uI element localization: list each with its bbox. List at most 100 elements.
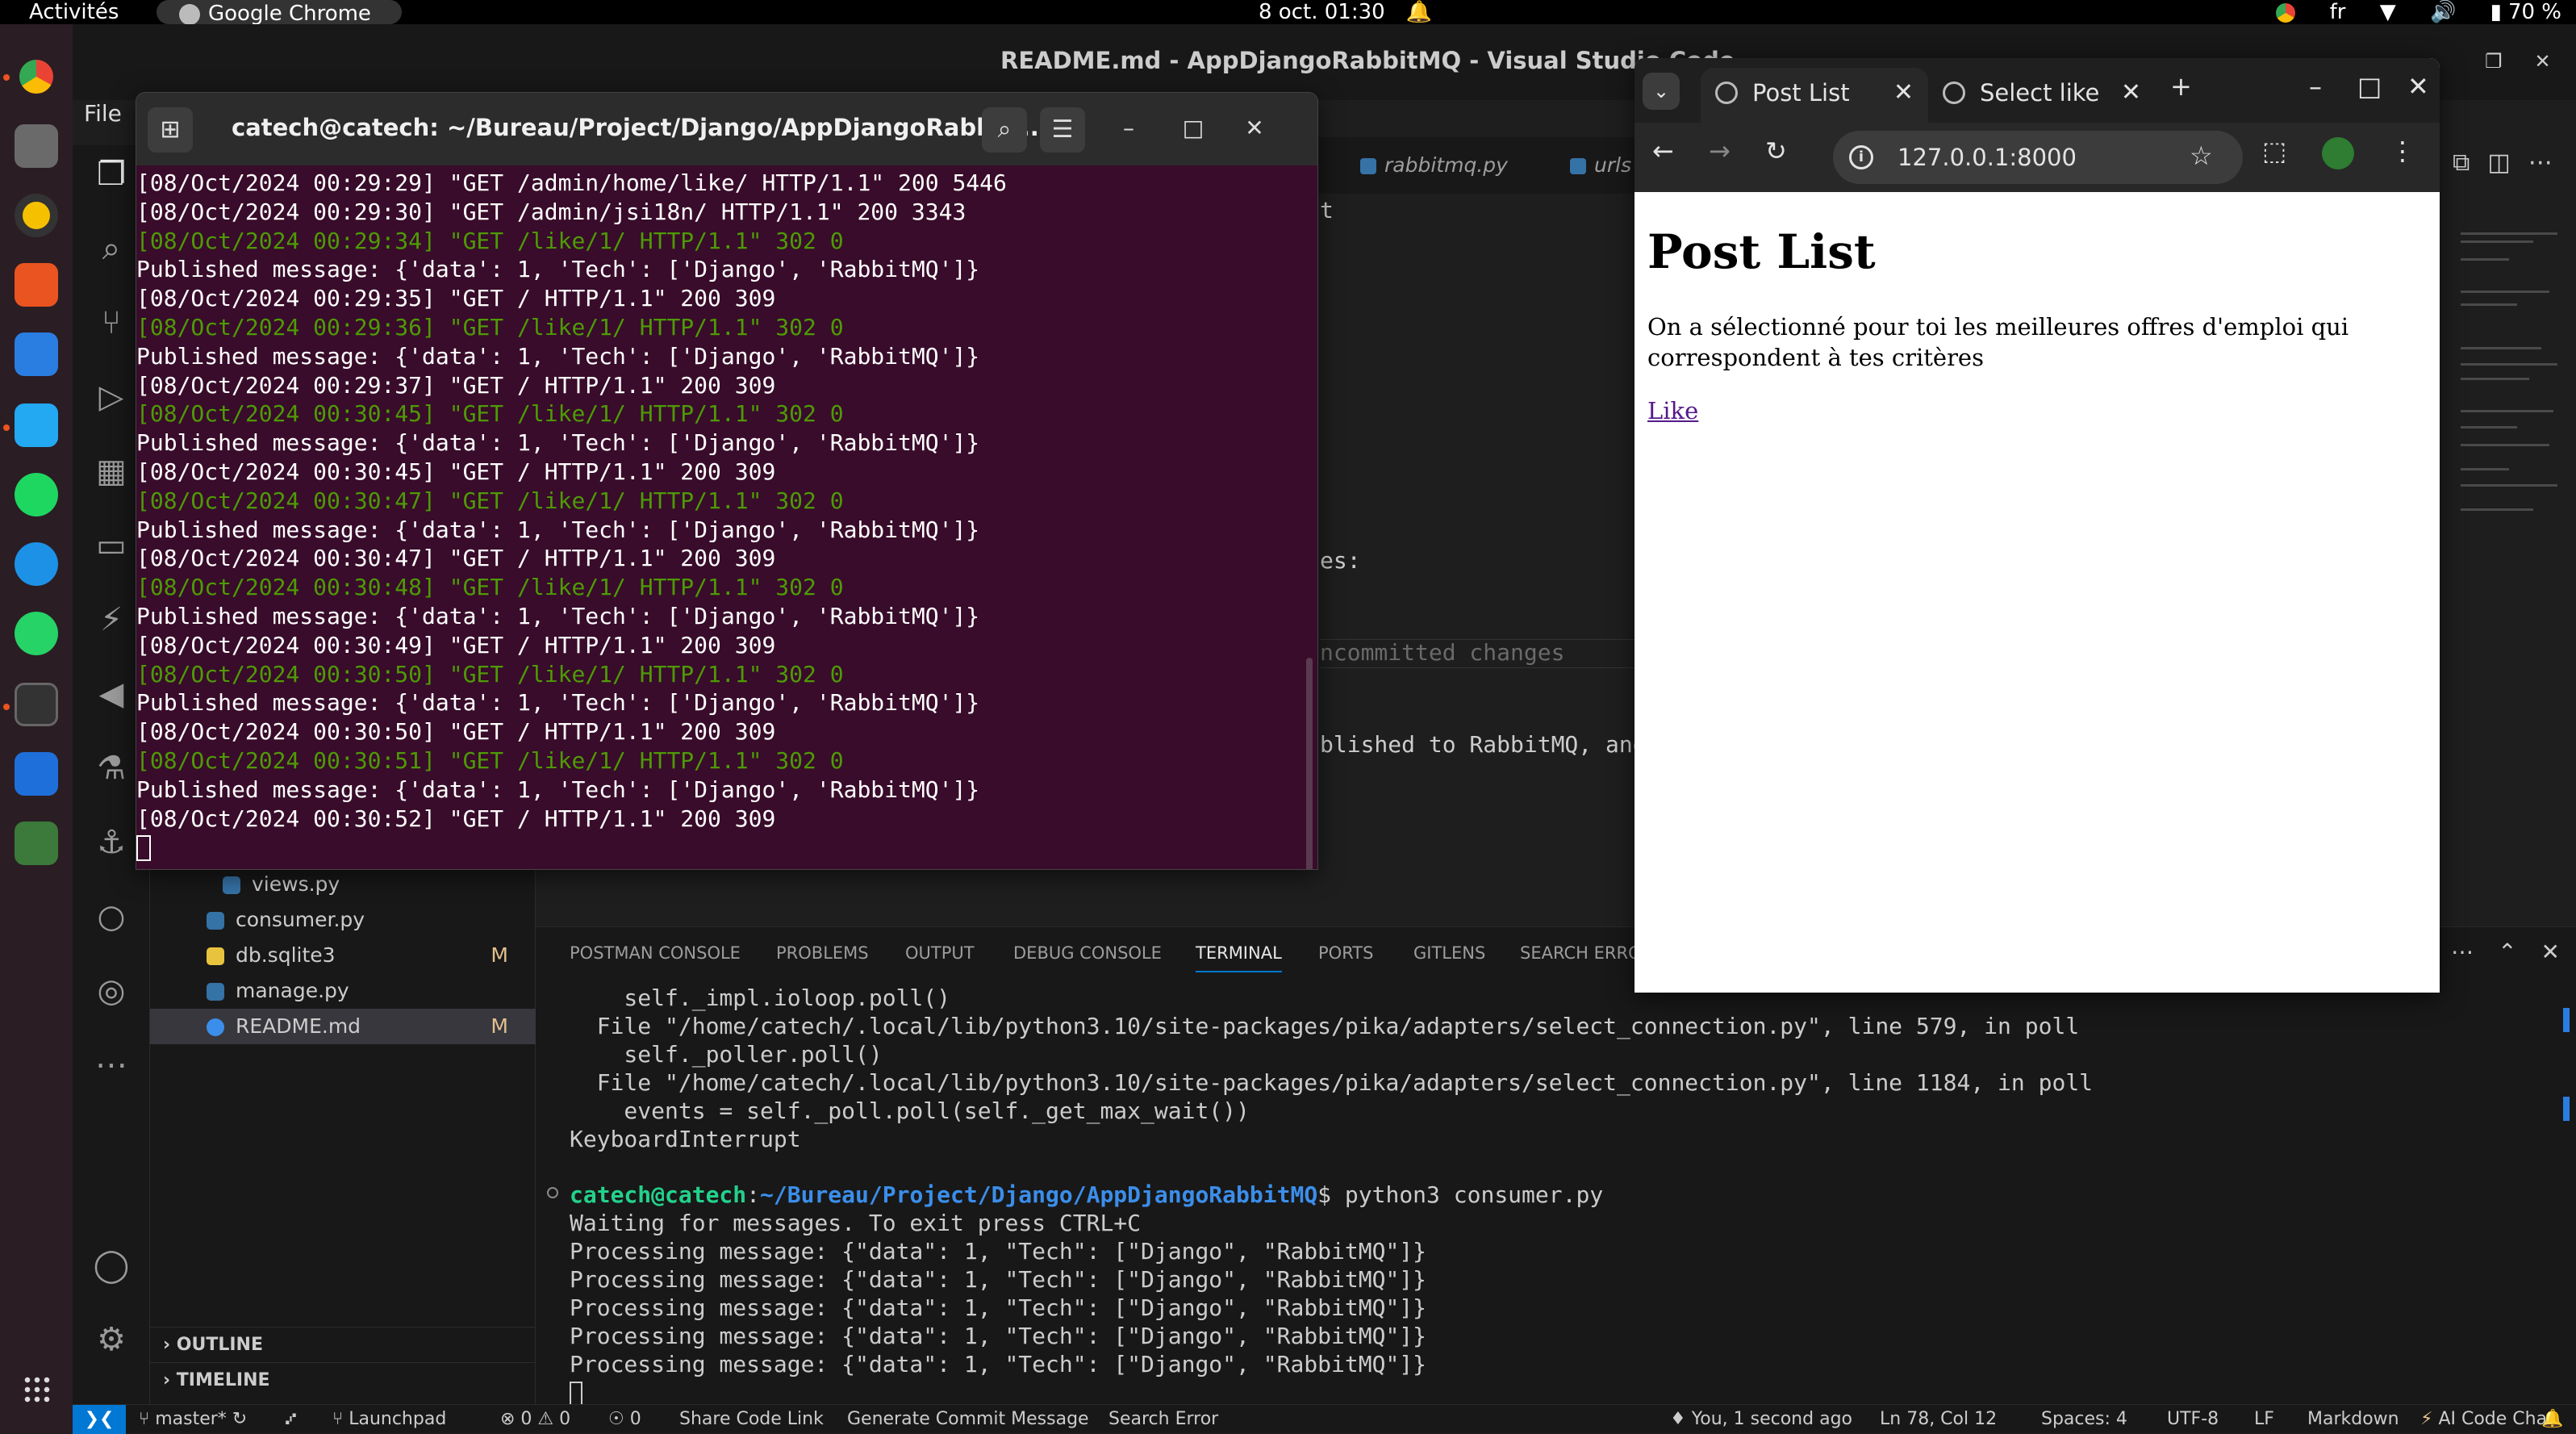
trash-dock-icon[interactable] (15, 822, 58, 865)
address-bar[interactable]: i 127.0.0.1:8000 ☆ (1833, 131, 2243, 184)
file-item-manage[interactable]: manage.py (150, 973, 536, 1009)
manage-gear-icon[interactable]: ⚙ (92, 1320, 131, 1359)
timeline-section[interactable]: › TIMELINE (150, 1362, 536, 1398)
close-icon[interactable]: ✕ (2535, 50, 2551, 73)
new-tab-plus-icon[interactable]: + (2170, 71, 2192, 102)
gitlens-status-icon[interactable]: ⑇ (286, 1405, 296, 1434)
explorer-icon[interactable]: ❐ (92, 155, 131, 194)
forward-arrow-icon[interactable]: → (1709, 136, 1731, 166)
files-dock-icon[interactable] (15, 124, 58, 168)
menu-button[interactable]: ☰ (1040, 107, 1085, 153)
compare-icon[interactable]: ⧉ (2453, 148, 2470, 177)
run-debug-icon[interactable]: ▷ (92, 378, 131, 416)
restore-icon[interactable]: ❐ (2485, 50, 2503, 73)
tab-terminal[interactable]: TERMINAL (1196, 943, 1282, 972)
docker-icon[interactable]: ⚓ (92, 823, 131, 862)
extensions-icon[interactable]: ▦ (92, 452, 131, 491)
terminal-window[interactable]: ⊞ catech@catech: ~/Bureau/Project/Django… (136, 92, 1318, 870)
gitlens-icon[interactable]: ◀ (92, 675, 131, 713)
tab-rabbitmq[interactable]: rabbitmq.py (1360, 137, 1508, 194)
tab-debug-console[interactable]: DEBUG CONSOLE (1013, 943, 1162, 963)
share-code-link[interactable]: Share Code Link (679, 1405, 824, 1434)
minimize-button[interactable]: – (2309, 71, 2322, 102)
maximize-button[interactable]: □ (1177, 112, 1209, 144)
tab-urls[interactable]: urls (1570, 137, 1631, 194)
integrated-terminal[interactable]: self._impl.ioloop.poll() File "/home/cat… (547, 984, 2538, 1407)
gitlens-inspect-icon[interactable]: ◎ (92, 972, 131, 1010)
site-info-icon[interactable]: i (1849, 145, 1873, 169)
search-button[interactable]: ⌕ (982, 107, 1027, 153)
source-control-icon[interactable]: ⑂ (92, 303, 131, 342)
clock[interactable]: 8 oct. 01:30 🔔 (1259, 0, 1432, 24)
search-icon[interactable]: ⌕ (92, 229, 131, 268)
launchpad-status[interactable]: ⑂ Launchpad (332, 1405, 446, 1434)
eol-status[interactable]: LF (2254, 1405, 2274, 1434)
system-tray[interactable]: fr ▼ 🔊 ▮ 70 % (2248, 0, 2561, 24)
tab-problems[interactable]: PROBLEMS (776, 943, 869, 963)
docker-dock-icon[interactable] (15, 542, 58, 586)
split-editor-icon[interactable]: ◫ (2487, 148, 2510, 177)
cursor-position[interactable]: Ln 78, Col 12 (1880, 1405, 1997, 1434)
ai-code-chat[interactable]: ⚡ AI Code Chat (2420, 1405, 2554, 1434)
tab-post-list[interactable]: Post List ✕ (1701, 68, 1928, 123)
tab-select-like[interactable]: Select like ✕ (1928, 68, 2156, 123)
encoding-status[interactable]: UTF-8 (2167, 1405, 2219, 1434)
activities-button[interactable]: Activités (29, 0, 119, 24)
vscode-dock-icon[interactable] (15, 403, 58, 447)
rhythmbox-dock-icon[interactable] (15, 194, 58, 237)
terminal-dock-icon[interactable] (15, 683, 58, 726)
close-panel-icon[interactable]: ✕ (2541, 939, 2560, 965)
show-apps-icon[interactable] (23, 1375, 52, 1404)
vscode-window-controls[interactable]: ❐ ✕ (2485, 50, 2551, 73)
tab-gitlens[interactable]: GITLENS (1413, 943, 1485, 963)
tab-output[interactable]: OUTPUT (905, 943, 975, 963)
close-tab-icon[interactable]: ✕ (1893, 68, 1914, 118)
ports-status[interactable]: ☉ 0 (608, 1405, 641, 1434)
minimize-button[interactable]: – (1113, 112, 1145, 144)
remote-indicator[interactable]: ❯❮ (73, 1405, 126, 1434)
editor-actions[interactable]: ⧉ ◫ ⋯ (2453, 148, 2553, 177)
tab-search-error[interactable]: SEARCH ERRO (1520, 943, 1642, 963)
extensions-icon[interactable]: ⬚ (2262, 136, 2286, 166)
chrome-window[interactable]: ⌄ Post List ✕ Select like ✕ + – □ ✕ ← → ↻ … (1635, 58, 2440, 993)
tab-search-button[interactable]: ⌄ (1643, 73, 1680, 110)
more-actions-icon[interactable]: ⋯ (2528, 148, 2553, 177)
minimap[interactable] (2461, 226, 2566, 533)
file-item-consumer[interactable]: consumer.py (150, 902, 536, 938)
file-menu[interactable]: File (84, 100, 122, 127)
bookmark-star-icon[interactable]: ☆ (2190, 140, 2213, 171)
file-item-views[interactable]: views.py (150, 867, 536, 902)
testing-icon[interactable]: ⚗ (92, 749, 131, 788)
tab-ports[interactable]: PORTS (1318, 943, 1373, 963)
terminal-scrollbar[interactable] (1306, 658, 1313, 869)
account-icon[interactable]: ◯ (92, 1246, 131, 1285)
back-arrow-icon[interactable]: ← (1652, 136, 1674, 166)
maximize-panel-icon[interactable]: ⌃ (2498, 939, 2516, 965)
chrome-menu-icon[interactable]: ⋮ (2390, 136, 2415, 166)
language-mode[interactable]: Markdown (2307, 1405, 2399, 1434)
active-app-indicator[interactable]: Google Chrome (157, 0, 402, 26)
more-icon[interactable]: ⋯ (92, 1046, 131, 1085)
chrome-dock-icon[interactable] (15, 55, 58, 98)
writer-dock-icon[interactable] (15, 332, 58, 376)
close-button[interactable]: ✕ (1238, 112, 1271, 144)
maximize-button[interactable]: □ (2357, 71, 2382, 102)
branch-indicator[interactable]: ⑂ master* ↻ (139, 1405, 247, 1434)
generate-commit-message[interactable]: Generate Commit Message (847, 1405, 1089, 1434)
file-item-db[interactable]: db.sqlite3 M (150, 938, 536, 973)
whatsapp-dock-icon[interactable] (15, 612, 58, 655)
tab-postman-console[interactable]: POSTMAN CONSOLE (570, 943, 741, 963)
like-link[interactable]: Like (1647, 397, 1698, 424)
git-graph-icon[interactable]: ○ (92, 897, 131, 936)
new-tab-button[interactable]: ⊞ (148, 107, 193, 153)
blame-status[interactable]: ♦ You, 1 second ago (1670, 1405, 1852, 1434)
more-icon[interactable]: ⋯ (2451, 939, 2474, 965)
close-tab-icon[interactable]: ✕ (2121, 68, 2141, 118)
close-button[interactable]: ✕ (2407, 71, 2429, 102)
panel-scrollbar[interactable] (2563, 976, 2570, 1395)
notifications-bell-icon[interactable]: 🔔 (2541, 1405, 2563, 1434)
trello-dock-icon[interactable] (15, 752, 58, 796)
outline-section[interactable]: › OUTLINE (150, 1327, 536, 1362)
problems-status[interactable]: ⊗ 0 ⚠ 0 (500, 1405, 570, 1434)
spotify-dock-icon[interactable] (15, 473, 58, 516)
